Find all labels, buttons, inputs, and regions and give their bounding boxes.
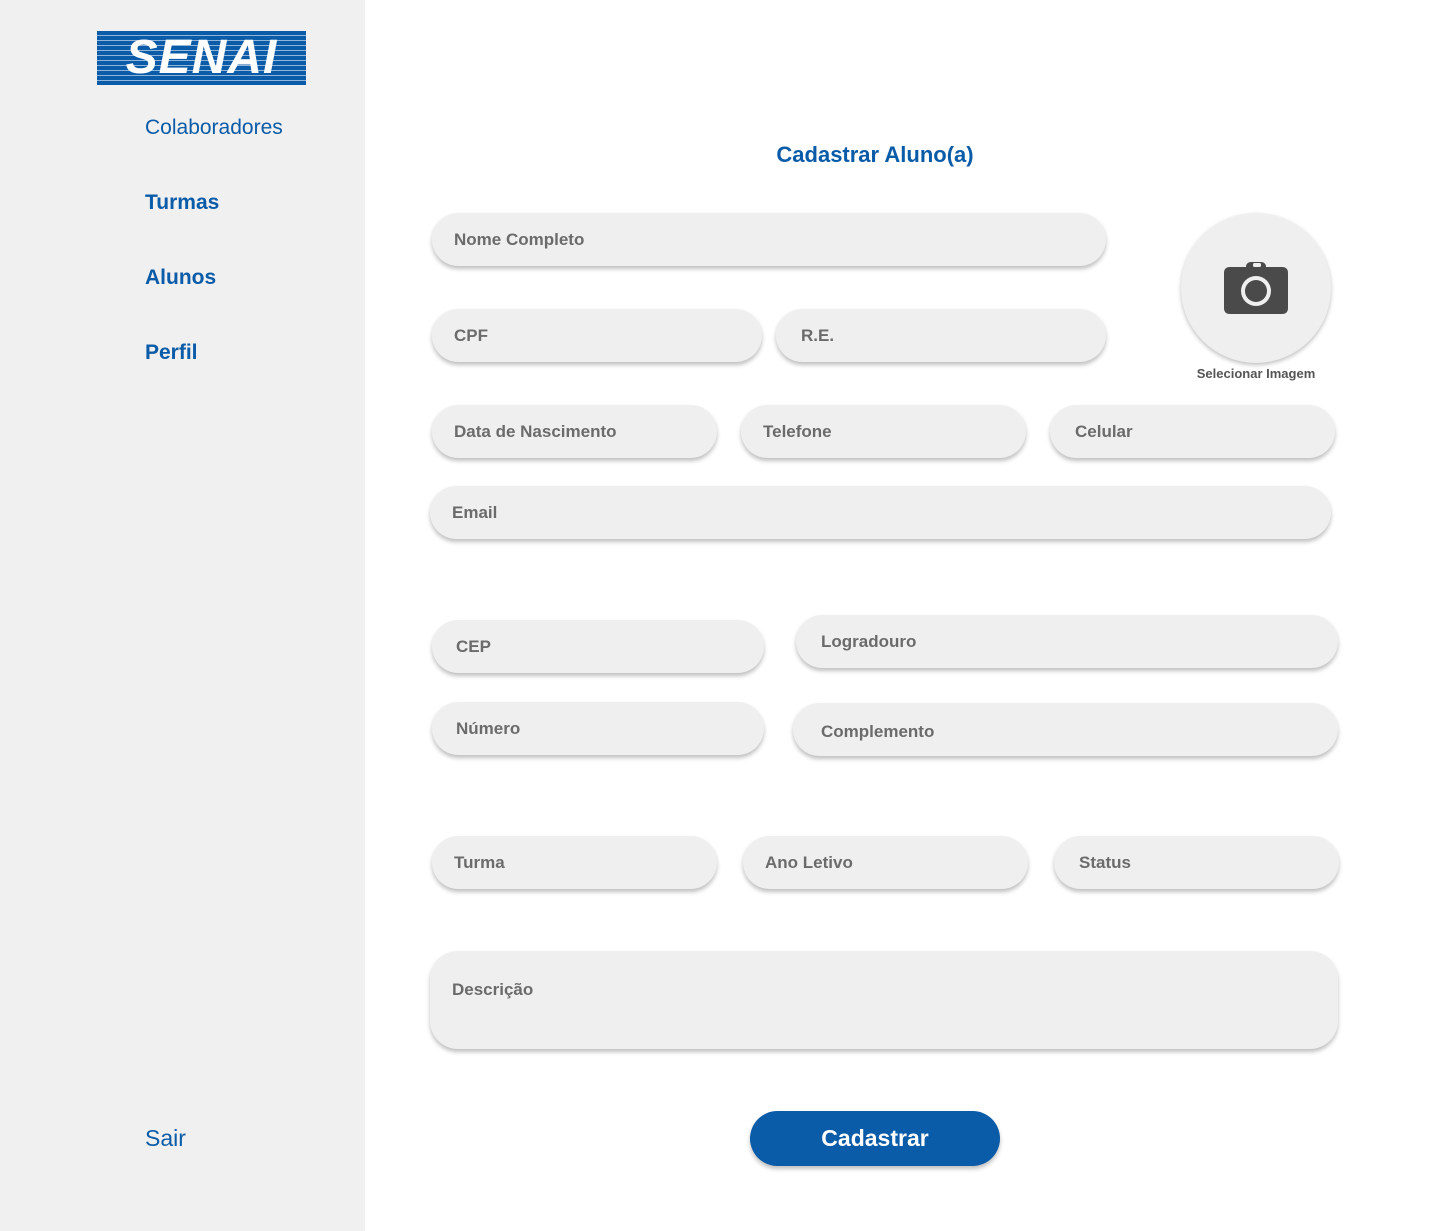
email-input[interactable]: Email bbox=[430, 486, 1331, 539]
sidebar-item-alunos[interactable]: Alunos bbox=[145, 266, 216, 290]
logo-text: SENAI bbox=[125, 31, 278, 84]
telefone-input[interactable]: Telefone bbox=[741, 405, 1026, 458]
celular-input[interactable]: Celular bbox=[1050, 405, 1335, 458]
descricao-placeholder: Descrição bbox=[452, 980, 534, 999]
select-image-label: Selecionar Imagem bbox=[1196, 366, 1316, 381]
ano-letivo-select[interactable]: Ano Letivo bbox=[743, 836, 1028, 889]
celular-placeholder: Celular bbox=[1075, 421, 1133, 441]
telefone-placeholder: Telefone bbox=[763, 421, 832, 441]
numero-placeholder: Número bbox=[456, 718, 521, 738]
sidebar-item-colaboradores[interactable]: Colaboradores bbox=[145, 116, 283, 140]
nome-completo-input[interactable]: Nome Completo bbox=[432, 213, 1106, 266]
status-select[interactable]: Status bbox=[1054, 836, 1339, 889]
ano-letivo-placeholder: Ano Letivo bbox=[765, 852, 853, 872]
nome-completo-placeholder: Nome Completo bbox=[454, 229, 585, 249]
cpf-placeholder: CPF bbox=[454, 325, 488, 345]
complemento-input[interactable]: Complemento bbox=[793, 703, 1338, 756]
re-input[interactable]: R.E. bbox=[776, 309, 1106, 362]
cadastrar-button[interactable]: Cadastrar bbox=[750, 1111, 1000, 1166]
senai-logo[interactable]: SENAI bbox=[97, 31, 306, 85]
descricao-textarea[interactable]: Descrição bbox=[430, 951, 1338, 1049]
cpf-input[interactable]: CPF bbox=[432, 309, 762, 362]
logout-link[interactable]: Sair bbox=[145, 1125, 186, 1152]
status-placeholder: Status bbox=[1079, 852, 1131, 872]
turma-select[interactable]: Turma bbox=[432, 836, 717, 889]
camera-icon bbox=[1224, 262, 1288, 314]
logradouro-input[interactable]: Logradouro bbox=[796, 615, 1338, 668]
turma-placeholder: Turma bbox=[454, 852, 505, 872]
page-title: Cadastrar Aluno(a) bbox=[776, 142, 974, 167]
complemento-placeholder: Complemento bbox=[821, 721, 935, 741]
select-image-button[interactable] bbox=[1181, 213, 1331, 363]
sidebar-item-perfil[interactable]: Perfil bbox=[145, 341, 198, 365]
data-nascimento-placeholder: Data de Nascimento bbox=[454, 421, 617, 441]
logradouro-placeholder: Logradouro bbox=[821, 631, 917, 651]
re-placeholder: R.E. bbox=[801, 325, 835, 345]
sidebar: SENAI Colaboradores Turmas Alunos Perfil… bbox=[0, 0, 365, 1231]
cep-placeholder: CEP bbox=[456, 636, 491, 656]
data-nascimento-input[interactable]: Data de Nascimento bbox=[432, 405, 717, 458]
email-placeholder: Email bbox=[452, 502, 498, 522]
cep-input[interactable]: CEP bbox=[432, 620, 764, 673]
sidebar-item-turmas[interactable]: Turmas bbox=[145, 191, 219, 215]
numero-input[interactable]: Número bbox=[432, 702, 764, 755]
